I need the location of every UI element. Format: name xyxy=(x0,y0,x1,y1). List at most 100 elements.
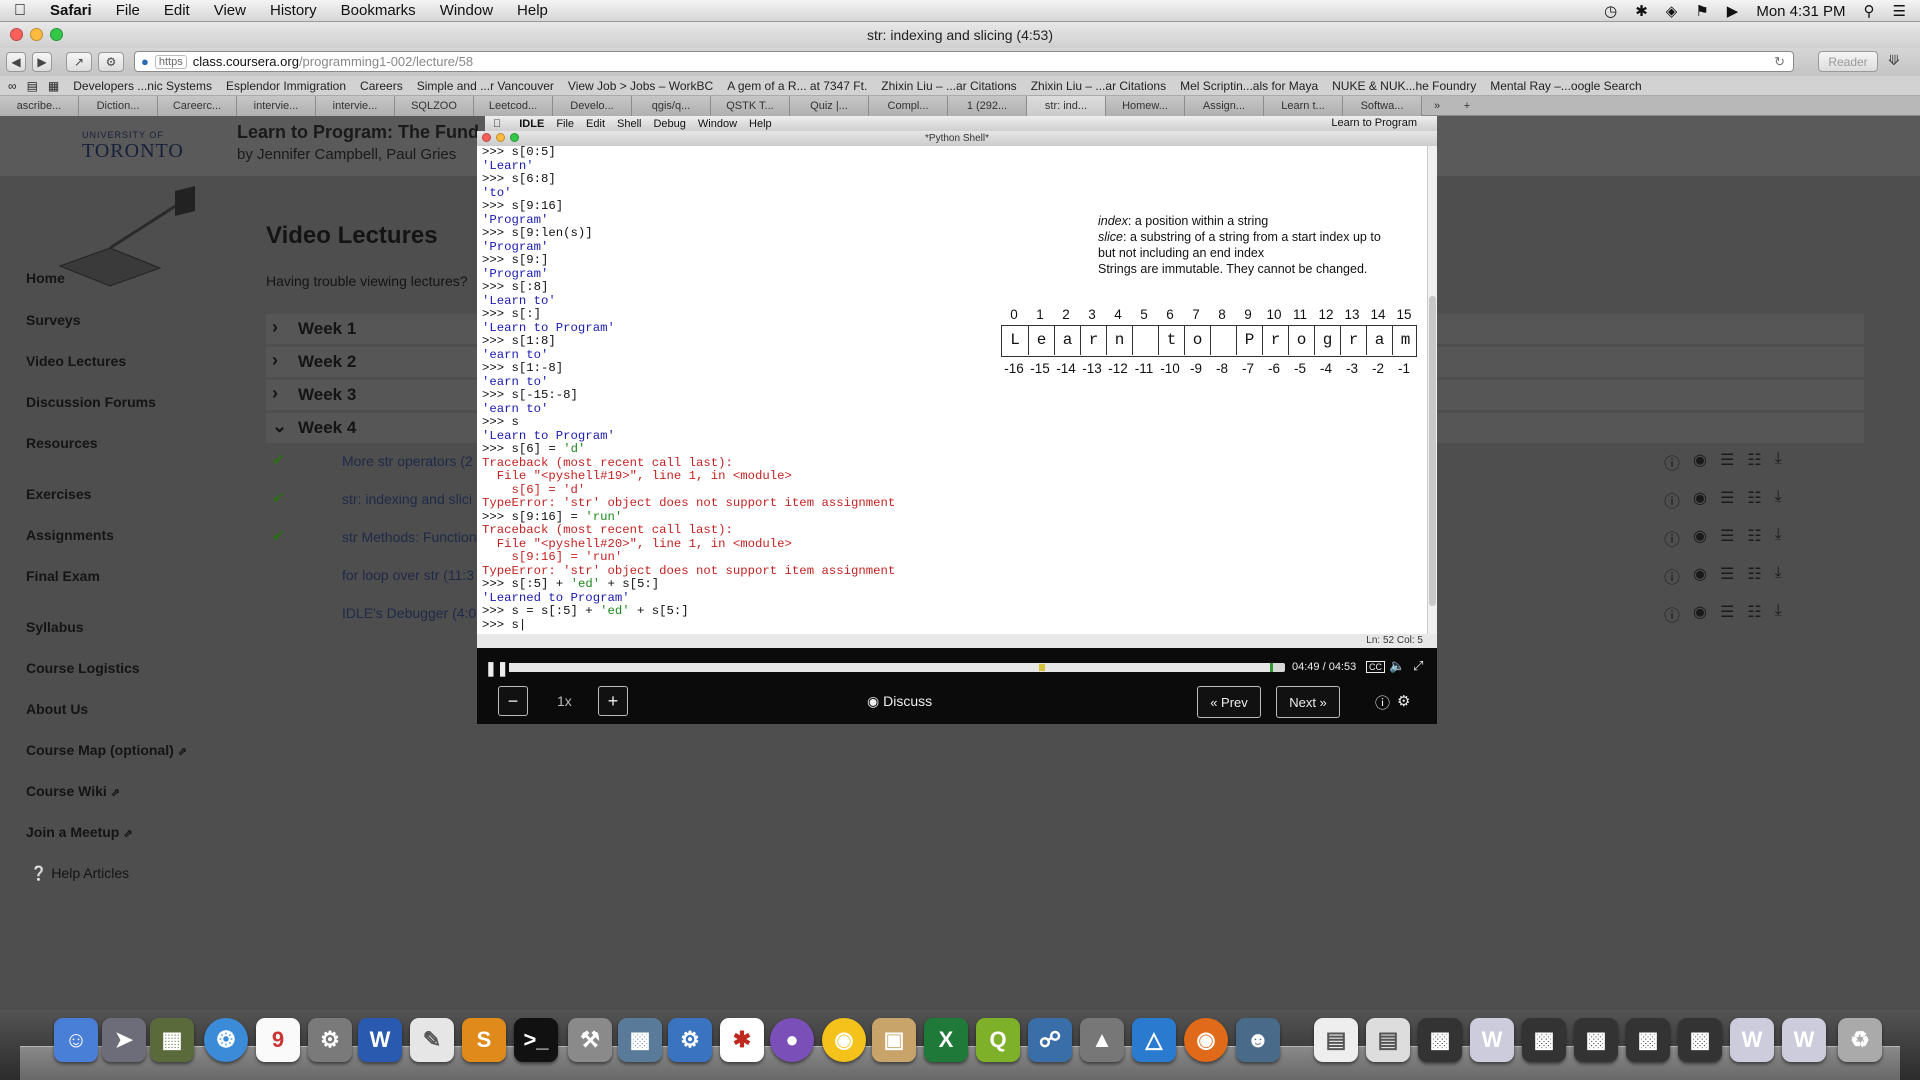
excel-icon[interactable]: X xyxy=(924,1018,968,1062)
close-shell-button[interactable] xyxy=(482,133,491,142)
idle-menu-debug[interactable]: Debug xyxy=(653,118,685,130)
download-icon[interactable]: ⤓ xyxy=(1775,526,1782,550)
tab[interactable]: Leetcod... xyxy=(474,96,553,116)
bookmark[interactable]: Careers xyxy=(360,79,403,93)
lecture-link[interactable]: More str operators (2 xyxy=(342,453,473,469)
bookmark[interactable]: NUKE & NUK...he Foundry xyxy=(1332,79,1476,93)
folder-icon[interactable]: ▣ xyxy=(872,1018,916,1062)
tab[interactable]: 1 (292... xyxy=(948,96,1027,116)
trash-icon[interactable]: ♻ xyxy=(1838,1018,1882,1062)
tab[interactable]: Homew... xyxy=(1106,96,1185,116)
back-button[interactable]: ◀ xyxy=(6,52,26,72)
sidebar-item-about-us[interactable]: About Us xyxy=(26,701,88,717)
word-doc-icon[interactable]: W xyxy=(1730,1018,1774,1062)
top-sites-icon[interactable]: ▦ xyxy=(48,79,59,93)
tab[interactable]: intervie... xyxy=(316,96,395,116)
lecture-link[interactable]: for loop over str (11:3 xyxy=(342,567,474,583)
info-icon[interactable]: ⓘ xyxy=(1664,564,1680,588)
shark-icon[interactable]: △ xyxy=(1132,1018,1176,1062)
download-icon[interactable]: ⤓ xyxy=(1775,450,1782,474)
settings-icon[interactable]: ⚙ xyxy=(1397,692,1410,710)
reading-list-icon[interactable]: ∞ xyxy=(8,79,17,93)
subtitles-icon[interactable]: ☷ xyxy=(1747,564,1761,588)
tab[interactable]: Diction... xyxy=(79,96,158,116)
close-window-button[interactable] xyxy=(10,28,23,41)
tab[interactable]: Quiz |... xyxy=(790,96,869,116)
comments-icon[interactable]: ◉ xyxy=(1693,488,1707,512)
sidebar-item-final-exam[interactable]: Final Exam xyxy=(26,568,100,584)
bookmark[interactable]: Zhixin Liu – ...ar Citations xyxy=(881,79,1016,93)
slides-icon[interactable]: ☰ xyxy=(1720,450,1734,474)
share-button[interactable]: ↗ xyxy=(66,52,92,72)
zoom-window-button[interactable] xyxy=(50,28,63,41)
sublime-text-icon[interactable]: S xyxy=(462,1018,506,1062)
window-thumbnail-icon[interactable]: ▩ xyxy=(1626,1018,1670,1062)
apple-icon[interactable]:  xyxy=(493,118,501,130)
bluetooth-icon[interactable]: ✱ xyxy=(1635,2,1648,20)
next-button[interactable]: Next » xyxy=(1276,686,1340,718)
xcode-icon[interactable]: ⚙ xyxy=(668,1018,712,1062)
sidebar-item-surveys[interactable]: Surveys xyxy=(26,312,80,328)
calendar-icon[interactable]: 9 xyxy=(256,1018,300,1062)
slides-icon[interactable]: ☰ xyxy=(1720,526,1734,550)
idle-menu-file[interactable]: File xyxy=(556,118,574,130)
window-thumbnail-icon[interactable]: ▩ xyxy=(1678,1018,1722,1062)
discuss-button[interactable]: ◉ Discuss xyxy=(867,693,932,710)
tab[interactable]: Compl... xyxy=(869,96,948,116)
comments-icon[interactable]: ◉ xyxy=(1693,526,1707,550)
reload-icon[interactable]: ↻ xyxy=(1774,54,1785,70)
more-tabs-icon[interactable]: » xyxy=(1422,96,1452,115)
tab[interactable]: Develo... xyxy=(553,96,632,116)
slides-icon[interactable]: ☰ xyxy=(1720,488,1734,512)
tab[interactable]: Learn t... xyxy=(1264,96,1343,116)
chrome-icon[interactable]: ◉ xyxy=(822,1018,866,1062)
bookmark[interactable]: Esplendor Immigration xyxy=(226,79,346,93)
list-icon[interactable]: ☰ xyxy=(1893,2,1906,20)
fullscreen-icon[interactable]: ⤢ xyxy=(1413,658,1423,674)
spotlight-icon[interactable]: ⚲ xyxy=(1864,2,1875,20)
tab[interactable]: qgis/q... xyxy=(632,96,711,116)
sidebar-item-join-meetup[interactable]: Join a Meetup ⇗ xyxy=(26,824,133,840)
window-thumbnail-icon[interactable]: ▩ xyxy=(1522,1018,1566,1062)
reader-button[interactable]: Reader xyxy=(1818,51,1878,72)
info-icon[interactable]: ⓘ xyxy=(1375,692,1390,713)
subtitles-icon[interactable]: ☷ xyxy=(1747,526,1761,550)
menu-edit[interactable]: Edit xyxy=(164,2,190,19)
python-icon[interactable]: ☍ xyxy=(1028,1018,1072,1062)
safari-icon[interactable]: ❂ xyxy=(204,1018,248,1062)
preview-icon[interactable]: ▩ xyxy=(618,1018,662,1062)
comments-icon[interactable]: ◉ xyxy=(1693,564,1707,588)
time-machine-icon[interactable]: ◷ xyxy=(1604,2,1617,20)
minimize-shell-button[interactable] xyxy=(496,133,505,142)
qgis-icon[interactable]: Q xyxy=(976,1018,1020,1062)
tab[interactable]: SQLZOO xyxy=(395,96,474,116)
lecture-link[interactable]: str Methods: Function xyxy=(342,529,477,545)
system-preferences-icon[interactable]: ⚙ xyxy=(308,1018,352,1062)
volume-icon[interactable]: ▶ xyxy=(1727,2,1739,20)
idle-menu-help[interactable]: Help xyxy=(749,118,772,130)
slides-icon[interactable]: ☰ xyxy=(1720,564,1734,588)
textedit-icon[interactable]: ✎ xyxy=(410,1018,454,1062)
uoft-logo[interactable]: UNIVERSITY OF TORONTO xyxy=(58,130,184,163)
sidebar-item-course-map[interactable]: Course Map (optional) ⇗ xyxy=(26,742,187,758)
bookmark[interactable]: View Job > Jobs – WorkBC xyxy=(568,79,713,93)
tab[interactable]: Assign... xyxy=(1185,96,1264,116)
tab[interactable]: Careerc... xyxy=(158,96,237,116)
idle-menu-shell[interactable]: Shell xyxy=(617,118,641,130)
sidebar-item-assignments[interactable]: Assignments xyxy=(26,527,114,543)
download-icon[interactable]: ⟱ xyxy=(1888,52,1900,69)
subtitles-icon[interactable]: ☷ xyxy=(1747,488,1761,512)
idle-menu-idle[interactable]: IDLE xyxy=(519,118,544,130)
idle-menu-window[interactable]: Window xyxy=(698,118,737,130)
bookmark[interactable]: A gem of a R... at 7347 Ft. xyxy=(727,79,867,93)
info-icon[interactable]: ⓘ xyxy=(1664,526,1680,550)
menu-file[interactable]: File xyxy=(116,2,140,19)
flag-icon[interactable]: ⚑ xyxy=(1695,2,1708,20)
scrollbar-thumb[interactable] xyxy=(1429,296,1436,606)
sidebar-item-home[interactable]: Home xyxy=(26,270,65,286)
idle-menu-edit[interactable]: Edit xyxy=(586,118,605,130)
launchpad-icon[interactable]: ➤ xyxy=(102,1018,146,1062)
bookmark[interactable]: Developers ...nic Systems xyxy=(73,79,212,93)
app-icon[interactable]: ☻ xyxy=(1236,1018,1280,1062)
bookmark[interactable]: Mel Scriptin...als for Maya xyxy=(1180,79,1318,93)
